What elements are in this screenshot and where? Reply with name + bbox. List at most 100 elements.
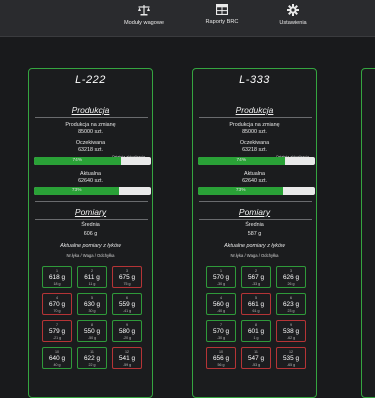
cell-number: 4 (220, 296, 222, 300)
cell-weight: 535 g (283, 355, 299, 362)
measurement-cell: 4 670 g 70 g (42, 293, 72, 315)
current-measurements-label: Aktualne pomiary z łyków (60, 243, 121, 249)
cell-deviation: 23 g (287, 309, 295, 313)
measurement-cell: 3 626 g 26 g (276, 266, 306, 288)
expected-progress: 74% (198, 157, 315, 165)
expected-progress: 74% (34, 157, 151, 165)
cell-weight: 547 g (248, 355, 264, 362)
measurement-cell: 5 661 g 61 g (241, 293, 271, 315)
per-shift-value: 85000 szt. (242, 129, 267, 135)
current-measurements-label: Aktualne pomiary z łyków (224, 243, 285, 249)
expected-value: 63218 szt. (242, 147, 267, 153)
expected-label: Oczekiwana (75, 140, 106, 146)
cell-weight: 618 g (49, 274, 65, 281)
current-value: 62640 szt. (242, 178, 267, 184)
divider (199, 201, 312, 202)
production-title: Produkcja (71, 105, 110, 115)
cell-deviation: -21 g (52, 336, 62, 340)
cell-deviation: 56 g (217, 363, 225, 367)
measurement-cell: 8 601 g1 g (241, 320, 271, 342)
cell-deviation: -33 g (251, 282, 261, 286)
columns-label: Nr.łyka / Waga / Odchyłka (230, 253, 279, 258)
cell-number: 5 (91, 296, 93, 300)
progress-label: 74% (72, 158, 83, 163)
nav-item-settings[interactable]: Ustawienia (258, 4, 328, 26)
cell-deviation: -50 g (87, 336, 97, 340)
measurement-cell: 12 541 g -59 g (112, 347, 142, 369)
line-title: L-222 (75, 74, 106, 86)
cell-deviation: -53 g (251, 363, 261, 367)
line-card-l222: L-222 Ostatnia aktualizacja 20:07 16.08.… (28, 68, 153, 398)
divider (35, 117, 148, 118)
cell-deviation: 40 g (53, 363, 61, 367)
cell-weight: 567 g (248, 274, 264, 281)
measurement-cell: 9 538 g -62 g (276, 320, 306, 342)
cell-weight: 626 g (283, 274, 299, 281)
measurement-cell: 10 656 g 56 g (206, 347, 236, 369)
cell-number: 3 (290, 269, 292, 273)
cell-number: 3 (126, 269, 128, 273)
cell-number: 10 (219, 350, 223, 354)
top-navigation: Moduły wagowe Raporty BRC Ustawienia (0, 0, 375, 37)
cell-weight: 622 g (84, 355, 100, 362)
cell-deviation: -30 g (216, 336, 226, 340)
cell-deviation: 22 g (88, 363, 96, 367)
average-value: 587 g (247, 231, 262, 237)
nav-item-weighing-modules[interactable]: Moduły wagowe (109, 4, 179, 26)
measurement-cell: 6 559 g -41 g (112, 293, 142, 315)
cell-number: 6 (126, 296, 128, 300)
measurement-cell: 5 630 g 30 g (77, 293, 107, 315)
measurement-cell: 8 550 g -50 g (77, 320, 107, 342)
current-progress: 73% (198, 187, 315, 195)
average-value: 606 g (83, 231, 98, 237)
nav-item-brc-reports[interactable]: Raporty BRC (187, 4, 257, 25)
cell-number: 9 (126, 323, 128, 327)
measurement-cell: 6 623 g 23 g (276, 293, 306, 315)
cell-deviation: -59 g (122, 363, 132, 367)
cell-deviation: -40 g (216, 309, 226, 313)
per-shift-label: Produkcja na zmianę (229, 122, 280, 128)
measurement-cell: 12 535 g -65 g (276, 347, 306, 369)
cell-number: 7 (56, 323, 58, 327)
cell-deviation: -65 g (286, 363, 296, 367)
measurement-cell: 1 618 g 18 g (42, 266, 72, 288)
measurement-cell: 11 622 g 22 g (77, 347, 107, 369)
cell-number: 9 (290, 323, 292, 327)
scale-icon (109, 4, 179, 16)
cell-number: 2 (91, 269, 93, 273)
measurement-cell: 10 640 g 40 g (42, 347, 72, 369)
average-label: Średnia (245, 222, 264, 228)
per-shift-value: 85000 szt. (78, 129, 103, 135)
cell-number: 8 (91, 323, 93, 327)
measurements-title: Pomiary (238, 207, 271, 217)
nav-label: Raporty BRC (205, 19, 239, 25)
cell-weight: 570 g (213, 274, 229, 281)
cell-deviation: 1 g (253, 336, 259, 340)
table-icon (187, 4, 257, 15)
cell-deviation: 18 g (53, 282, 61, 286)
progress-label: 73% (71, 188, 82, 193)
cell-number: 2 (255, 269, 257, 273)
cell-deviation: -30 g (216, 282, 226, 286)
cell-weight: 570 g (213, 328, 229, 335)
measurement-cell: 2 611 g 11 g (77, 266, 107, 288)
cell-deviation: 70 g (53, 309, 61, 313)
cell-weight: 675 g (119, 274, 135, 281)
measurement-cell: 7 579 g -21 g (42, 320, 72, 342)
current-label: Aktualna (244, 171, 265, 177)
cell-number: 1 (220, 269, 222, 273)
per-shift-label: Produkcja na zmianę (65, 122, 116, 128)
measurement-cell: 9 580 g -20 g (112, 320, 142, 342)
divider (199, 219, 312, 220)
cell-weight: 623 g (283, 301, 299, 308)
cell-number: 5 (255, 296, 257, 300)
progress-label: 74% (236, 158, 247, 163)
cell-deviation: 26 g (287, 282, 295, 286)
measurement-cell: 2 567 g -33 g (241, 266, 271, 288)
cell-weight: 579 g (49, 328, 65, 335)
divider (35, 219, 148, 220)
line-card-l333: L-333 Ostatnia aktualizacja 20:07 16.08.… (192, 68, 317, 398)
cell-number: 12 (125, 350, 129, 354)
cell-weight: 559 g (119, 301, 135, 308)
cell-weight: 640 g (49, 355, 65, 362)
